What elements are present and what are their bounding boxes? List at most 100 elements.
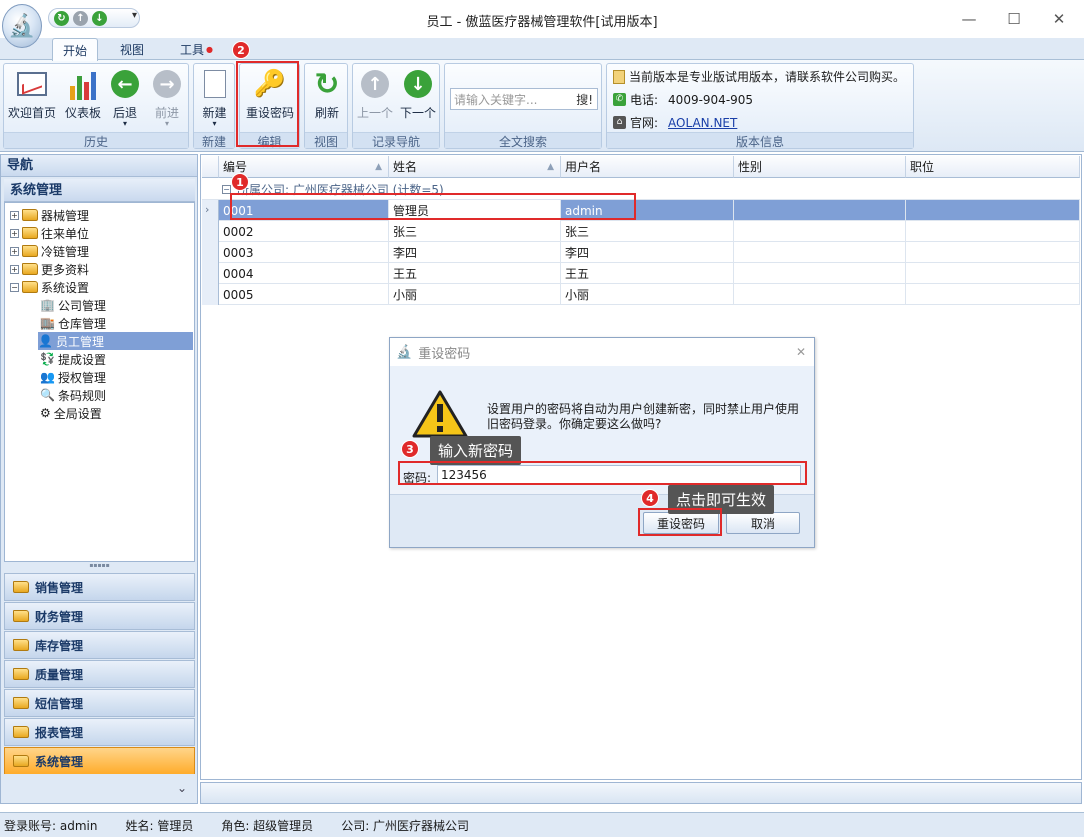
splitter-handle[interactable]: ▪▪▪▪▪	[4, 562, 195, 570]
column-header-username[interactable]: 用户名	[561, 156, 734, 178]
refresh-button[interactable]: ↻ 刷新	[307, 67, 347, 128]
status-name: 姓名: 管理员	[125, 818, 194, 833]
table-cell-name[interactable]: 王五	[389, 263, 561, 284]
tab-home[interactable]: 开始	[52, 38, 99, 61]
nav-section-button[interactable]: 销售管理	[4, 573, 195, 601]
nav-section-button[interactable]: 系统管理	[4, 747, 195, 775]
nav-section-label: 报表管理	[35, 725, 84, 740]
table-cell-name[interactable]: 小丽	[389, 284, 561, 305]
table-cell-position[interactable]	[906, 242, 1080, 263]
table-cell-user[interactable]: 张三	[561, 221, 734, 242]
expander-icon[interactable]: +	[10, 264, 19, 274]
nav-section-button[interactable]: 库存管理	[4, 631, 195, 659]
folder-icon	[13, 639, 29, 651]
table-cell-name[interactable]: 张三	[389, 221, 561, 242]
nav-section-button[interactable]: 短信管理	[4, 689, 195, 717]
table-cell-position[interactable]	[906, 221, 1080, 242]
table-cell-name[interactable]: 李四	[389, 242, 561, 263]
table-cell-user[interactable]: 小丽	[561, 284, 734, 305]
table-cell-user[interactable]: 王五	[561, 263, 734, 284]
tree-item[interactable]: 💱 提成设置	[40, 350, 106, 368]
down-icon[interactable]: ↓	[92, 10, 107, 26]
back-button[interactable]: ← 后退 ▾	[106, 68, 144, 128]
folder-icon	[13, 755, 29, 767]
tree-item[interactable]: + 器械管理	[10, 206, 89, 224]
maximize-button[interactable]: ☐	[999, 8, 1029, 30]
tree-item-label: 往来单位	[41, 226, 90, 241]
bar-chart-icon	[67, 68, 99, 100]
website-link[interactable]: AOLAN.NET	[668, 116, 737, 130]
tree-item[interactable]: 🔍 条码规则	[40, 386, 106, 404]
tree-item[interactable]: − 系统设置	[10, 278, 89, 296]
column-id-label: 编号	[223, 160, 248, 174]
tree-item[interactable]: 👥 授权管理	[40, 368, 106, 386]
dialog-title-bar: 🔬 重设密码 ✕	[390, 338, 814, 366]
expander-icon[interactable]: −	[10, 282, 19, 292]
nav-overflow-chevron-icon[interactable]: ⌄	[4, 774, 195, 802]
nav-section-button[interactable]: 报表管理	[4, 718, 195, 746]
tree-item[interactable]: + 更多资料	[10, 260, 89, 278]
new-document-icon	[199, 68, 231, 100]
tab-tools-label: 工具	[180, 42, 205, 57]
tab-tools[interactable]: 工具 ●	[170, 38, 223, 60]
arrow-up-icon: ↑	[361, 70, 389, 98]
up-icon[interactable]: ↑	[73, 10, 88, 26]
table-row[interactable]: 0002 张三 张三	[202, 221, 1080, 242]
tree-item[interactable]: 👤 员工管理	[38, 332, 193, 350]
app-menu-button[interactable]: 🔬	[2, 4, 42, 48]
tree-item[interactable]: 🏢 公司管理	[40, 296, 106, 314]
table-row[interactable]: 0004 王五 王五	[202, 263, 1080, 284]
welcome-button[interactable]: 欢迎首页	[6, 68, 58, 128]
dashboard-label: 仪表板	[64, 106, 101, 120]
note-icon	[613, 69, 625, 84]
nav-section-button[interactable]: 财务管理	[4, 602, 195, 630]
table-cell-gender[interactable]	[734, 200, 906, 221]
expander-icon[interactable]: +	[10, 228, 19, 238]
expander-icon[interactable]: +	[10, 210, 19, 220]
table-cell-id[interactable]: 0004	[219, 263, 389, 284]
table-row[interactable]: 0003 李四 李四	[202, 242, 1080, 263]
table-cell-position[interactable]	[906, 263, 1080, 284]
nav-section-button[interactable]: 质量管理	[4, 660, 195, 688]
group-view-label: 视图	[305, 132, 347, 149]
table-cell-id[interactable]: 0005	[219, 284, 389, 305]
previous-button[interactable]: ↑ 上一个	[355, 68, 395, 128]
tree-item[interactable]: + 往来单位	[10, 224, 89, 242]
close-button[interactable]: ✕	[1044, 8, 1074, 30]
dashboard-button[interactable]: 仪表板	[62, 68, 104, 128]
current-row-indicator-icon: ›	[205, 203, 210, 216]
table-cell-position[interactable]	[906, 200, 1080, 221]
table-row[interactable]: 0005 小丽 小丽	[202, 284, 1080, 305]
qat-customize-icon[interactable]: ▾	[132, 10, 137, 21]
column-header-position[interactable]: 职位	[906, 156, 1080, 178]
tree-item-label: 冷链管理	[41, 244, 90, 259]
table-cell-gender[interactable]	[734, 284, 906, 305]
cancel-button[interactable]: 取消	[726, 512, 800, 534]
table-cell-gender[interactable]	[734, 242, 906, 263]
next-button[interactable]: ↓ 下一个	[397, 68, 439, 128]
table-cell-position[interactable]	[906, 284, 1080, 305]
tab-view[interactable]: 视图	[110, 38, 154, 60]
table-cell-id[interactable]: 0003	[219, 242, 389, 263]
search-button[interactable]: 搜!	[576, 91, 597, 108]
dialog-close-icon[interactable]: ✕	[796, 345, 806, 359]
forward-button[interactable]: → 前进 ▾	[147, 68, 187, 128]
table-cell-id[interactable]: 0002	[219, 221, 389, 242]
search-input[interactable]: 请输入关键字...	[451, 91, 576, 108]
new-button[interactable]: 新建 ▾	[196, 68, 233, 128]
column-header-name[interactable]: 姓名 ▲	[389, 156, 561, 178]
tree-item[interactable]: ⚙ 全局设置	[40, 404, 102, 422]
tree-item-label: 条码规则	[57, 388, 106, 403]
status-role: 角色: 超级管理员	[221, 818, 314, 833]
refresh-icon[interactable]: ↻	[54, 10, 69, 26]
expander-icon[interactable]: +	[10, 246, 19, 256]
phone-label: 电话:	[630, 93, 659, 107]
table-cell-gender[interactable]	[734, 263, 906, 284]
table-cell-gender[interactable]	[734, 221, 906, 242]
column-header-gender[interactable]: 性别	[734, 156, 906, 178]
tree-item[interactable]: + 冷链管理	[10, 242, 89, 260]
folder-icon	[22, 263, 38, 275]
tree-item[interactable]: 🏬 仓库管理	[40, 314, 106, 332]
table-cell-user[interactable]: 李四	[561, 242, 734, 263]
minimize-button[interactable]: —	[954, 8, 984, 30]
